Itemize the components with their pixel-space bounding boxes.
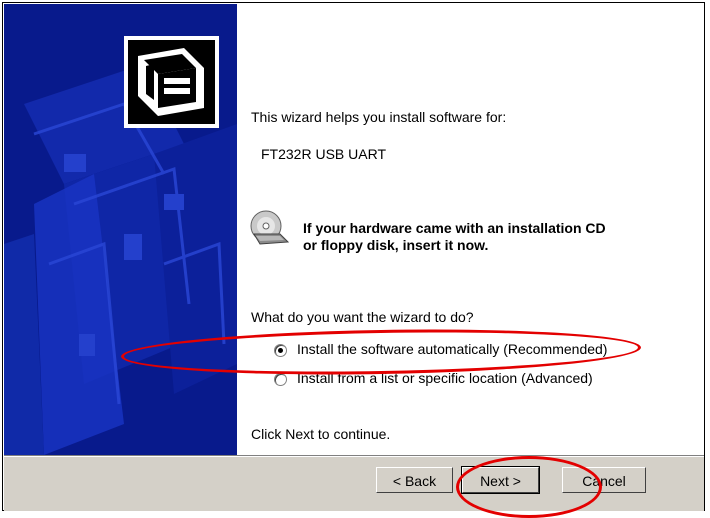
cancel-button[interactable]: Cancel [562, 467, 646, 493]
cd-prompt-line2: or floppy disk, insert it now. [303, 237, 489, 253]
radio-automatic[interactable] [274, 344, 287, 357]
wizard-window: This wizard helps you install software f… [2, 2, 705, 518]
wizard-banner [4, 4, 237, 455]
option-advanced-label: Install from a list or specific location… [297, 370, 593, 386]
option-automatic-label: Install the software automatically (Reco… [297, 341, 608, 357]
hardware-wizard-icon [124, 36, 219, 128]
question-text: What do you want the wizard to do? [251, 309, 474, 325]
button-bar: < Back Next > Cancel [4, 455, 704, 511]
radio-advanced[interactable] [274, 373, 287, 386]
next-button[interactable]: Next > [461, 466, 540, 494]
device-name: FT232R USB UART [261, 146, 386, 162]
back-button[interactable]: < Back [376, 467, 453, 493]
cd-prompt-line1: If your hardware came with an installati… [303, 220, 606, 236]
wizard-content: This wizard helps you install software f… [237, 4, 704, 455]
banner-graphic [4, 36, 237, 455]
intro-text: This wizard helps you install software f… [251, 109, 507, 125]
cd-icon [250, 210, 290, 245]
continue-text: Click Next to continue. [251, 426, 391, 442]
